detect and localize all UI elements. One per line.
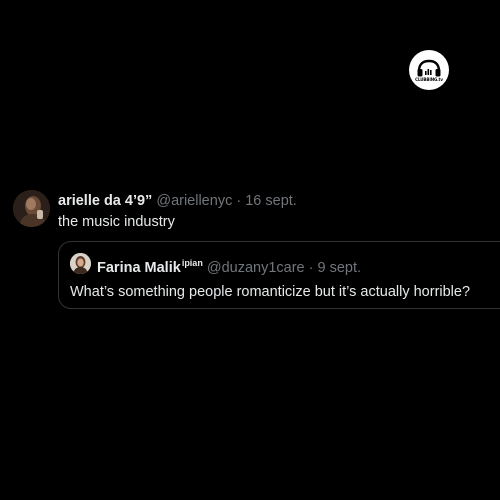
quoted-author-handle: @duzany1care <box>206 260 305 276</box>
author-handle[interactable]: @ariellenyc <box>156 193 232 209</box>
brand-logo-text: CLUBBING.tv <box>415 76 443 82</box>
quoted-tweet-text: What’s something people romanticize but … <box>70 284 471 300</box>
quoted-author-name: Farina Malik <box>97 260 181 276</box>
quoted-meta-separator: · <box>308 260 314 276</box>
tweet-text: the music industry <box>58 214 175 230</box>
author-name[interactable]: arielle da 4’9” <box>58 193 152 209</box>
headphones-icon <box>417 59 441 76</box>
quoted-author-suffix: ipian <box>181 258 203 268</box>
author-avatar[interactable] <box>13 190 50 227</box>
quoted-tweet-header: Farina Malikipian @duzany1care · 9 sept. <box>97 254 361 277</box>
brand-logo: CLUBBING.tv <box>409 50 449 90</box>
tweet-date[interactable]: 16 sept. <box>245 193 297 209</box>
meta-separator: · <box>236 193 242 209</box>
quoted-tweet-card[interactable]: Farina Malikipian @duzany1care · 9 sept.… <box>58 241 500 309</box>
quoted-tweet-date: 9 sept. <box>317 260 362 276</box>
tweet-header: arielle da 4’9” @ariellenyc · 16 sept. <box>58 192 297 210</box>
quoted-author-avatar <box>70 253 91 274</box>
